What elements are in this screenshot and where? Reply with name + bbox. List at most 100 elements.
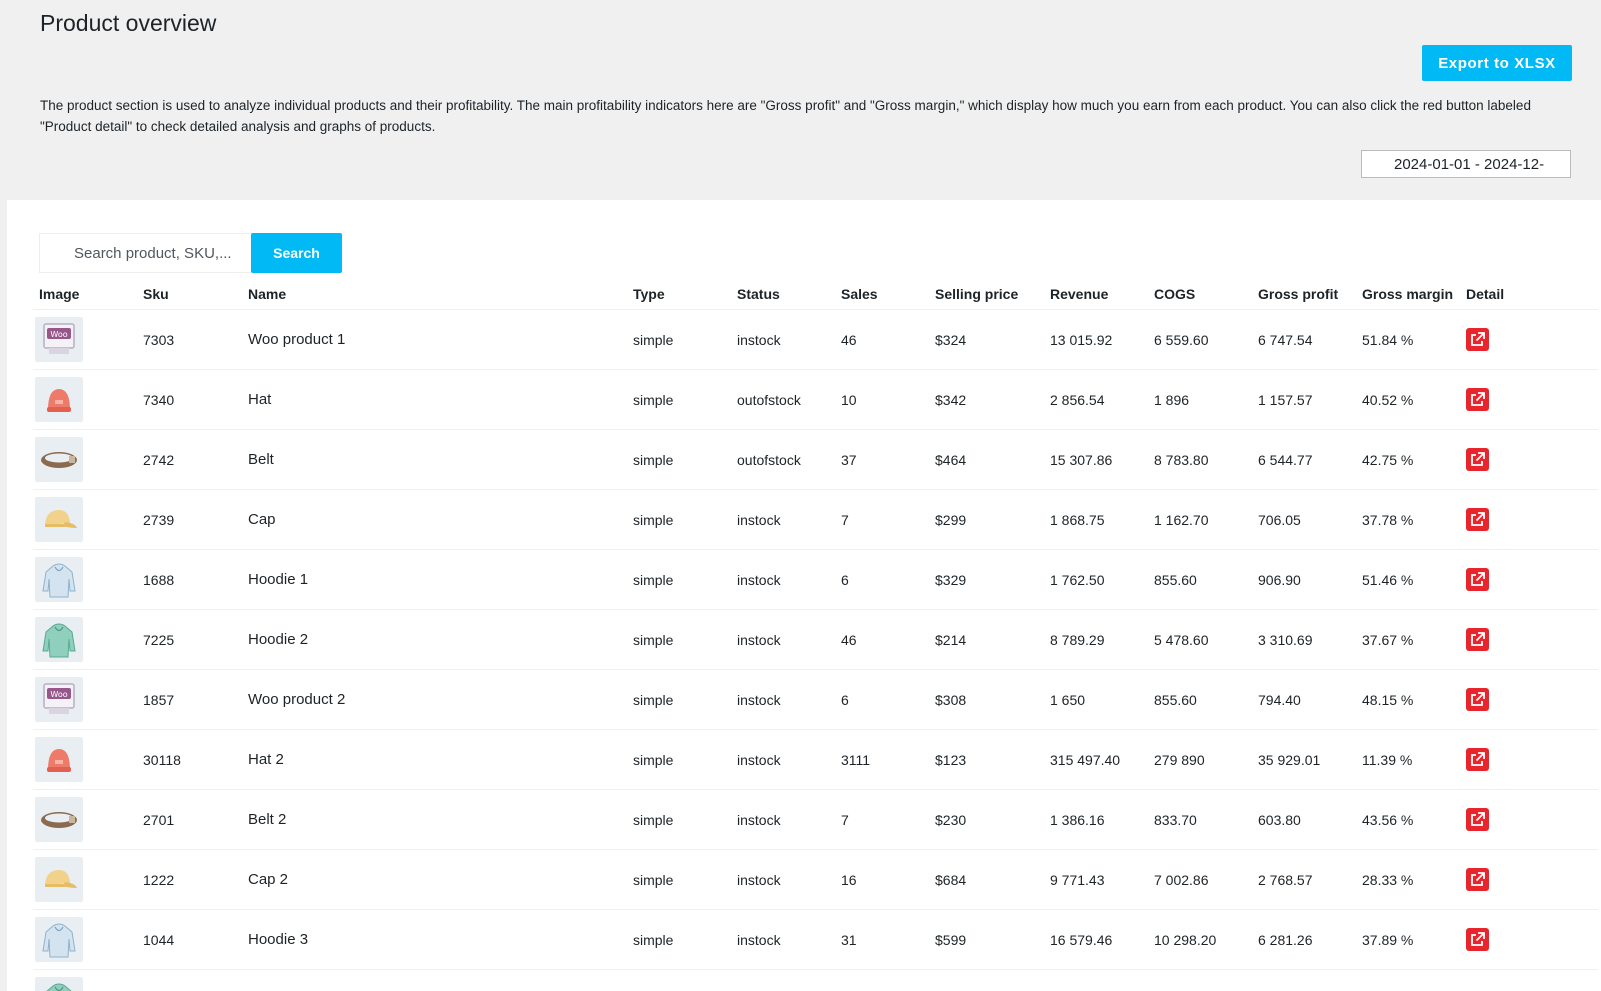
type-cell: simple bbox=[627, 489, 731, 550]
revenue-cell: 13 015.92 bbox=[1044, 309, 1148, 370]
status-cell: instock bbox=[731, 609, 835, 670]
sku-cell: 30118 bbox=[137, 729, 242, 790]
type-cell: simple bbox=[627, 789, 731, 850]
gross-profit-cell: 6 281.26 bbox=[1252, 909, 1356, 970]
product-detail-button[interactable] bbox=[1466, 748, 1489, 771]
price-cell: $123 bbox=[929, 729, 1044, 790]
gross-margin-cell: 40.52 % bbox=[1356, 369, 1460, 430]
status-cell: instock bbox=[731, 309, 835, 370]
status-cell: instock bbox=[731, 789, 835, 850]
external-link-icon bbox=[1471, 872, 1485, 886]
detail-cell bbox=[1460, 429, 1598, 490]
product-detail-button[interactable] bbox=[1466, 628, 1489, 651]
gross-margin-cell: 51.84 % bbox=[1356, 309, 1460, 370]
sales-cell: 7 bbox=[835, 789, 929, 850]
product-detail-button[interactable] bbox=[1466, 688, 1489, 711]
gross-profit-cell: 3 310.69 bbox=[1252, 609, 1356, 670]
name-cell bbox=[242, 969, 627, 991]
product-detail-button[interactable] bbox=[1466, 808, 1489, 831]
external-link-icon bbox=[1471, 512, 1485, 526]
search-button[interactable]: Search bbox=[251, 233, 342, 273]
price-cell: $684 bbox=[929, 849, 1044, 910]
gross-margin-cell: 37.67 % bbox=[1356, 609, 1460, 670]
sales-cell: 6 bbox=[835, 549, 929, 610]
gross-profit-cell: 6 544.77 bbox=[1252, 429, 1356, 490]
image-cell bbox=[33, 729, 137, 790]
gross-margin-cell: 42.75 % bbox=[1356, 429, 1460, 490]
product-detail-button[interactable] bbox=[1466, 568, 1489, 591]
column-header-gross-margin: Gross margin bbox=[1356, 279, 1460, 310]
cogs-cell: 1 162.70 bbox=[1148, 489, 1252, 550]
product-thumbnail bbox=[35, 437, 83, 482]
price-cell: $324 bbox=[929, 309, 1044, 370]
column-header-detail: Detail bbox=[1460, 279, 1598, 310]
type-cell: simple bbox=[627, 549, 731, 610]
product-thumbnail bbox=[35, 377, 83, 422]
table-row: Woo 1857 Woo product 2 simple instock 6 $308 1 … bbox=[33, 669, 1598, 730]
column-header-cogs: COGS bbox=[1148, 279, 1252, 310]
detail-cell bbox=[1460, 789, 1598, 850]
image-cell bbox=[33, 789, 137, 850]
table-row: 30118 Hat 2 simple instock 3111 $123 315 497.4… bbox=[33, 729, 1598, 790]
price-cell: $342 bbox=[929, 369, 1044, 430]
gross-profit-cell: 794.40 bbox=[1252, 669, 1356, 730]
sales-cell: 6 bbox=[835, 669, 929, 730]
name-cell: Woo product 1 bbox=[242, 309, 627, 370]
sales-cell: 46 bbox=[835, 309, 929, 370]
revenue-cell: 15 307.86 bbox=[1044, 429, 1148, 490]
column-header-name: Name bbox=[242, 279, 627, 310]
detail-cell bbox=[1460, 369, 1598, 430]
product-detail-button[interactable] bbox=[1466, 448, 1489, 471]
column-header-image: Image bbox=[33, 279, 137, 310]
gross-profit-cell: 706.05 bbox=[1252, 489, 1356, 550]
revenue-cell: 1 386.16 bbox=[1044, 789, 1148, 850]
table-row: 1688 Hoodie 1 simple instock 6 $329 1 762.50 85… bbox=[33, 549, 1598, 610]
revenue-cell: 1 762.50 bbox=[1044, 549, 1148, 610]
external-link-icon bbox=[1471, 692, 1485, 706]
export-xlsx-button[interactable]: Export to XLSX bbox=[1422, 45, 1572, 81]
product-detail-button[interactable] bbox=[1466, 868, 1489, 891]
product-thumbnail bbox=[35, 977, 83, 991]
product-detail-button[interactable] bbox=[1466, 328, 1489, 351]
date-range-picker[interactable]: 2024-01-01 - 2024-12- bbox=[1361, 150, 1571, 178]
sku-cell: 1222 bbox=[137, 849, 242, 910]
image-cell bbox=[33, 609, 137, 670]
type-cell: simple bbox=[627, 669, 731, 730]
cogs-cell: 6 559.60 bbox=[1148, 309, 1252, 370]
type-cell: simple bbox=[627, 429, 731, 490]
detail-cell bbox=[1460, 849, 1598, 910]
image-cell bbox=[33, 489, 137, 550]
external-link-icon bbox=[1471, 572, 1485, 586]
status-cell: outofstock bbox=[731, 429, 835, 490]
sales-cell: 3111 bbox=[835, 729, 929, 790]
page-title: Product overview bbox=[40, 10, 217, 36]
svg-text:Woo: Woo bbox=[50, 690, 67, 699]
image-cell: Woo bbox=[33, 309, 137, 370]
external-link-icon bbox=[1471, 752, 1485, 766]
cogs-cell: 833.70 bbox=[1148, 789, 1252, 850]
table-row bbox=[33, 969, 1598, 991]
external-link-icon bbox=[1471, 932, 1485, 946]
price-cell: $299 bbox=[929, 489, 1044, 550]
sales-cell: 46 bbox=[835, 609, 929, 670]
sku-cell: 7303 bbox=[137, 309, 242, 370]
table-row: 2739 Cap simple instock 7 $299 1 868.75 1 162.7… bbox=[33, 489, 1598, 550]
detail-cell bbox=[1460, 309, 1598, 370]
gross-profit-cell: 603.80 bbox=[1252, 789, 1356, 850]
product-detail-button[interactable] bbox=[1466, 508, 1489, 531]
column-header-gross-profit: Gross profit bbox=[1252, 279, 1356, 310]
status-cell: instock bbox=[731, 729, 835, 790]
status-cell: instock bbox=[731, 909, 835, 970]
detail-cell bbox=[1460, 969, 1598, 991]
gross-profit-cell bbox=[1252, 969, 1356, 991]
product-detail-button[interactable] bbox=[1466, 388, 1489, 411]
product-detail-button[interactable] bbox=[1466, 928, 1489, 951]
revenue-cell: 1 650 bbox=[1044, 669, 1148, 730]
search-input[interactable] bbox=[39, 233, 251, 273]
gross-margin-cell: 28.33 % bbox=[1356, 849, 1460, 910]
detail-cell bbox=[1460, 669, 1598, 730]
type-cell bbox=[627, 969, 731, 991]
product-thumbnail: Woo bbox=[35, 677, 83, 722]
name-cell: Belt 2 bbox=[242, 789, 627, 850]
type-cell: simple bbox=[627, 849, 731, 910]
